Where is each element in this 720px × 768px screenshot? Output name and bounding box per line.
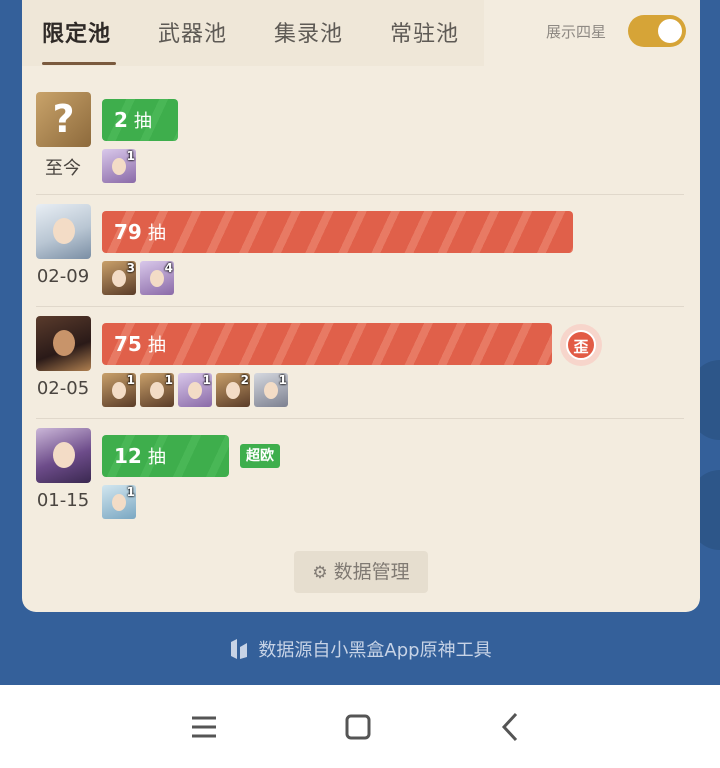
character-avatar [36,316,91,371]
banner-row[interactable]: 02-05 75 抽 歪 1 1 1 2 1 [22,316,700,426]
tab-weapon[interactable]: 武器池 [158,16,227,48]
active-tab-indicator [42,62,116,65]
row-date: 至今 [45,158,81,179]
pull-count-bar: 12 抽 [102,435,229,477]
four-star-avatar: 1 [140,373,174,407]
system-nav-bar [0,685,720,768]
four-star-avatar: 4 [140,261,174,295]
data-management-label: 数据管理 [333,561,410,583]
pull-count: 75 [114,332,142,356]
data-source-note: 数据源自小黑盒App原神工具 [0,636,720,662]
row-divider [36,418,684,419]
menu-icon[interactable] [184,707,224,747]
show-four-star-label: 展示四星 [546,23,607,41]
four-star-count: 1 [164,373,173,387]
character-avatar [36,204,91,259]
tab-bar: 限定池 武器池 集录池 常驻池 [22,0,484,66]
row-date: 01-15 [36,490,90,511]
data-source-text: 数据源自小黑盒App原神工具 [258,640,492,661]
four-star-avatar: 1 [254,373,288,407]
character-avatar [36,428,91,483]
heybox-logo-icon [231,639,248,659]
show-four-star-toggle[interactable] [628,15,686,47]
four-star-count: 1 [278,373,287,387]
banner-row[interactable]: ? 至今 2抽 1 [22,92,700,202]
pull-unit: 抽 [147,335,166,356]
lost-5050-label: 歪 [566,330,596,360]
gear-icon: ⚙ [312,563,328,583]
pull-unit: 抽 [147,447,166,468]
four-star-count: 1 [126,373,135,387]
four-star-avatar: 1 [102,373,136,407]
four-star-count: 1 [126,149,135,163]
row-date: 02-05 [36,378,90,399]
four-star-avatar: 2 [216,373,250,407]
four-star-count: 1 [202,373,211,387]
pull-unit: 抽 [147,223,166,244]
toggle-knob [658,19,682,43]
pull-count-bar: 75 抽 [102,323,552,365]
pull-count-bar: 2抽 [102,99,178,141]
banner-row[interactable]: 01-15 12 抽 超欧 1 [22,428,700,538]
pull-unit: 抽 [133,111,152,132]
four-star-avatar: 1 [102,485,136,519]
four-star-count: 3 [126,261,135,275]
banner-row[interactable]: 02-09 79 抽 3 4 [22,204,700,314]
lost-5050-badge: 歪 [560,324,602,366]
back-icon[interactable] [490,707,530,747]
pull-count-bar: 79 抽 [102,211,573,253]
four-star-count: 4 [164,261,173,275]
tab-chronicled[interactable]: 集录池 [274,16,343,48]
pull-count: 12 [114,444,142,468]
row-date: 02-09 [36,266,90,287]
row-divider [36,306,684,307]
unknown-avatar: ? [36,92,91,147]
four-star-count: 1 [126,485,135,499]
home-icon[interactable] [338,707,378,747]
row-divider [36,194,684,195]
pull-count: 2 [114,108,128,132]
tab-standard[interactable]: 常驻池 [390,16,459,48]
tab-limited[interactable]: 限定池 [42,16,111,48]
data-management-button[interactable]: ⚙ 数据管理 [294,551,428,593]
gacha-history-card: 限定池 武器池 集录池 常驻池 展示四星 ? 至今 2抽 1 02-09 79 抽… [22,0,700,612]
four-star-avatar: 3 [102,261,136,295]
pull-count: 79 [114,220,142,244]
lucky-badge: 超欧 [240,444,280,468]
four-star-count: 2 [240,373,249,387]
four-star-avatar: 1 [178,373,212,407]
four-star-avatar: 1 [102,149,136,183]
